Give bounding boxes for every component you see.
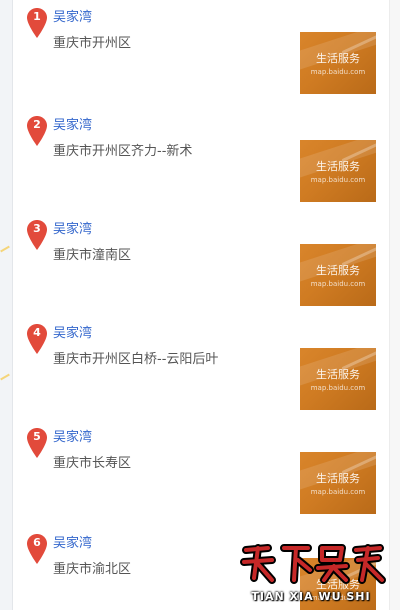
map-pin-icon[interactable]: 5 (27, 428, 47, 458)
pin-number: 6 (33, 536, 41, 549)
result-item[interactable]: 1 吴家湾 重庆市开州区 生活服务 map.baidu.com (0, 0, 390, 104)
place-name-link[interactable]: 吴家湾 (53, 118, 92, 134)
thumbnail-caption: 生活服务 (316, 160, 360, 173)
map-pin-icon[interactable]: 4 (27, 324, 47, 354)
thumbnail-caption: 生活服务 (316, 472, 360, 485)
place-address: 重庆市潼南区 (53, 248, 132, 263)
place-thumbnail[interactable]: 生活服务 map.baidu.com (300, 244, 376, 306)
pin-number: 4 (33, 326, 41, 339)
thumbnail-subcaption: map.baidu.com (310, 488, 366, 496)
watermark-logo (238, 540, 388, 584)
pin-number: 1 (33, 10, 41, 23)
place-address: 重庆市开州区齐力--新术 (53, 144, 193, 159)
thumbnail-subcaption: map.baidu.com (310, 68, 366, 76)
result-item[interactable]: 4 吴家湾 重庆市开州区白桥--云阳后叶 生活服务 map.baidu.com (0, 316, 390, 420)
pin-number: 5 (33, 430, 41, 443)
result-list: 1 吴家湾 重庆市开州区 生活服务 map.baidu.com 2 吴家湾 重庆… (0, 0, 390, 610)
pin-number: 3 (33, 222, 41, 235)
place-thumbnail[interactable]: 生活服务 map.baidu.com (300, 140, 376, 202)
thumbnail-caption: 生活服务 (316, 264, 360, 277)
place-address: 重庆市长寿区 (53, 456, 132, 471)
thumbnail-caption: 生活服务 (316, 368, 360, 381)
place-name-link[interactable]: 吴家湾 (53, 326, 92, 342)
thumbnail-caption: 生活服务 (316, 52, 360, 65)
thumbnail-subcaption: map.baidu.com (310, 280, 366, 288)
place-thumbnail[interactable]: 生活服务 map.baidu.com (300, 32, 376, 94)
pin-number: 2 (33, 118, 41, 131)
result-item[interactable]: 3 吴家湾 重庆市潼南区 生活服务 map.baidu.com (0, 212, 390, 316)
place-name-link[interactable]: 吴家湾 (53, 222, 92, 238)
thumbnail-subcaption: map.baidu.com (310, 384, 366, 392)
search-results-page: 1 吴家湾 重庆市开州区 生活服务 map.baidu.com 2 吴家湾 重庆… (0, 0, 400, 610)
result-item[interactable]: 5 吴家湾 重庆市长寿区 生活服务 map.baidu.com (0, 420, 390, 524)
place-thumbnail[interactable]: 生活服务 map.baidu.com (300, 452, 376, 514)
scrollbar[interactable] (389, 0, 400, 610)
place-address: 重庆市渝北区 (53, 562, 132, 577)
result-item[interactable]: 2 吴家湾 重庆市开州区齐力--新术 生活服务 map.baidu.com (0, 108, 390, 212)
place-address: 重庆市开州区白桥--云阳后叶 (53, 352, 219, 367)
watermark: TIAN XIA WU SHI (226, 540, 396, 606)
place-name-link[interactable]: 吴家湾 (53, 430, 92, 446)
place-name-link[interactable]: 吴家湾 (53, 536, 92, 552)
place-name-link[interactable]: 吴家湾 (53, 10, 92, 26)
place-address: 重庆市开州区 (53, 36, 132, 51)
map-pin-icon[interactable]: 2 (27, 116, 47, 146)
map-pin-icon[interactable]: 1 (27, 8, 47, 38)
watermark-caption: TIAN XIA WU SHI (251, 590, 371, 603)
thumbnail-subcaption: map.baidu.com (310, 176, 366, 184)
map-pin-icon[interactable]: 6 (27, 534, 47, 564)
map-pin-icon[interactable]: 3 (27, 220, 47, 250)
place-thumbnail[interactable]: 生活服务 map.baidu.com (300, 348, 376, 410)
